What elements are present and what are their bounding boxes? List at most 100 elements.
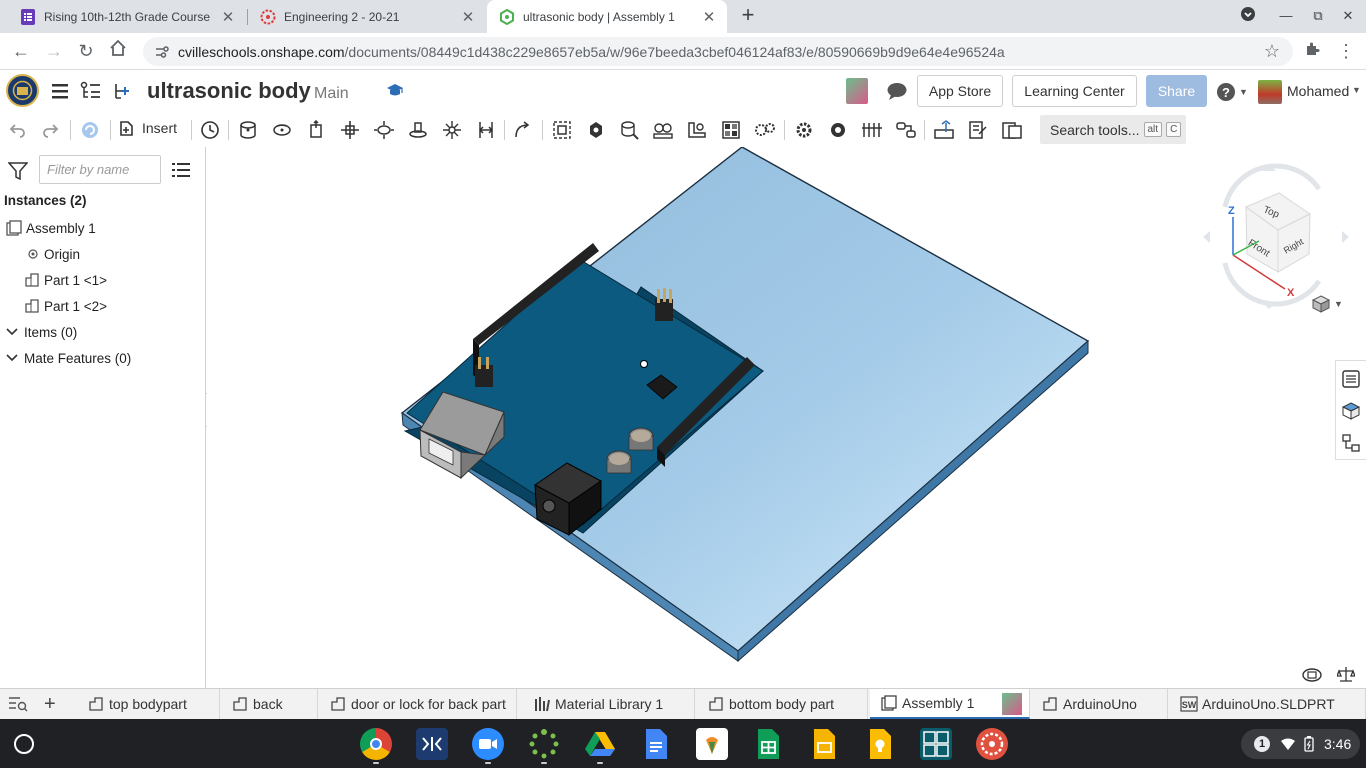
search-tools-input[interactable]: Search tools... alt C bbox=[1040, 115, 1186, 144]
revolute-mate-icon[interactable] bbox=[271, 119, 293, 141]
tab-manager-icon[interactable] bbox=[8, 696, 28, 715]
forward-icon[interactable]: → bbox=[42, 39, 66, 63]
doc-tab-assembly-1[interactable]: Assembly 1 bbox=[870, 689, 1030, 719]
mate-connector-icon[interactable] bbox=[585, 119, 607, 141]
mass-properties-icon[interactable] bbox=[1336, 665, 1356, 686]
close-icon[interactable]: ✕ bbox=[701, 8, 717, 26]
browser-tab-onshape[interactable]: ultrasonic body | Assembly 1 ✕ bbox=[487, 0, 727, 33]
tangent-mate-icon[interactable] bbox=[512, 119, 534, 141]
comments-icon[interactable] bbox=[886, 81, 908, 104]
undo-icon[interactable] bbox=[6, 119, 28, 141]
new-tab-button[interactable]: + bbox=[736, 4, 760, 28]
document-title[interactable]: ultrasonic body bbox=[147, 78, 311, 104]
restore-icon[interactable]: ⧉ bbox=[1308, 6, 1328, 26]
home-icon[interactable] bbox=[106, 39, 130, 63]
slides-app-icon[interactable] bbox=[808, 728, 840, 760]
graphics-viewport[interactable]: Z X Top Front Right ▼ bbox=[207, 147, 1366, 688]
spinner-app-icon[interactable] bbox=[528, 728, 560, 760]
screw-relation-icon[interactable] bbox=[686, 119, 708, 141]
feature-list-icon[interactable] bbox=[80, 81, 102, 104]
school-logo[interactable] bbox=[6, 74, 39, 107]
pin-slot-mate-icon[interactable] bbox=[407, 119, 429, 141]
doc-tab-door-lock[interactable]: door or lock for back part bbox=[319, 689, 517, 719]
minimize-icon[interactable]: — bbox=[1276, 6, 1296, 26]
parallel-mate-icon[interactable] bbox=[475, 119, 497, 141]
slider-mate-icon[interactable] bbox=[305, 119, 327, 141]
app-store-button[interactable]: App Store bbox=[917, 75, 1003, 107]
filter-input[interactable] bbox=[39, 155, 161, 184]
notification-count[interactable]: 1 bbox=[1254, 736, 1270, 752]
redo-icon[interactable] bbox=[40, 119, 62, 141]
drive-app-icon[interactable] bbox=[584, 728, 616, 760]
sheets-app-icon[interactable] bbox=[752, 728, 784, 760]
view-cube[interactable]: Z X Top Front Right bbox=[1201, 159, 1351, 314]
tree-item-part-2[interactable]: Part 1 <2> bbox=[24, 294, 107, 318]
doc-tab-material-library[interactable]: Material Library 1 bbox=[523, 689, 695, 719]
illuminate-app-icon[interactable] bbox=[696, 728, 728, 760]
reload-icon[interactable]: ↻ bbox=[74, 39, 98, 63]
fastened-mate-icon[interactable] bbox=[237, 119, 259, 141]
chrome-app-icon[interactable] bbox=[360, 728, 392, 760]
canvas-app-icon[interactable] bbox=[976, 728, 1008, 760]
gear-relation-icon[interactable] bbox=[618, 119, 640, 141]
bom-icon[interactable] bbox=[1001, 119, 1023, 141]
launcher-icon[interactable] bbox=[14, 734, 34, 754]
tree-section-mate-features[interactable]: Mate Features (0) bbox=[4, 346, 131, 370]
bookmark-star-icon[interactable]: ☆ bbox=[1260, 39, 1284, 63]
system-tray[interactable]: 1 3:46 bbox=[1241, 729, 1360, 759]
user-name[interactable]: Mohamed bbox=[1287, 83, 1349, 99]
browser-menu-icon[interactable]: ⋮ bbox=[1334, 39, 1358, 63]
instance-tree-icon[interactable] bbox=[1341, 433, 1361, 453]
code-org-app-icon[interactable] bbox=[920, 728, 952, 760]
view-options-menu[interactable]: ▼ bbox=[1312, 295, 1343, 313]
browser-tab-forms[interactable]: Rising 10th-12th Grade Course R ✕ bbox=[8, 0, 246, 33]
browser-tab-canvas[interactable]: Engineering 2 - 20-21 ✕ bbox=[248, 0, 486, 33]
replicate-icon[interactable] bbox=[895, 119, 917, 141]
planar-mate-icon[interactable] bbox=[339, 119, 361, 141]
filter-icon[interactable] bbox=[7, 162, 29, 183]
learning-center-button[interactable]: Learning Center bbox=[1012, 75, 1137, 107]
tab-search-icon[interactable] bbox=[1238, 6, 1258, 26]
insert-button[interactable]: Insert bbox=[118, 119, 177, 137]
main-menu-icon[interactable] bbox=[50, 81, 70, 104]
configure-gear-icon[interactable] bbox=[827, 119, 849, 141]
tree-item-origin[interactable]: Origin bbox=[26, 242, 80, 266]
view-mode-icon[interactable] bbox=[1301, 667, 1323, 686]
tree-item-part-1[interactable]: Part 1 <1> bbox=[24, 268, 107, 292]
docs-app-icon[interactable] bbox=[640, 728, 672, 760]
settings-gear-icon[interactable] bbox=[793, 119, 815, 141]
explode-view-icon[interactable] bbox=[861, 119, 883, 141]
measure-icon[interactable] bbox=[933, 119, 955, 141]
help-menu[interactable]: ? ▼ bbox=[1216, 82, 1248, 102]
linear-pattern-icon[interactable] bbox=[720, 119, 742, 141]
site-info-icon[interactable] bbox=[155, 45, 169, 59]
tree-item-assembly[interactable]: Assembly 1 bbox=[6, 216, 96, 240]
section-view-icon[interactable] bbox=[967, 119, 989, 141]
close-icon[interactable]: ✕ bbox=[220, 8, 236, 26]
address-bar[interactable]: cvilleschools.onshape.com/documents/0844… bbox=[143, 37, 1293, 66]
doc-tab-arduinouno-sldprt[interactable]: SW ArduinoUno.SLDPRT bbox=[1170, 689, 1366, 719]
doc-tab-bottom-body-part[interactable]: bottom body part bbox=[697, 689, 868, 719]
model-canvas[interactable] bbox=[207, 147, 1366, 688]
avatar[interactable] bbox=[1258, 80, 1282, 104]
properties-icon[interactable] bbox=[1341, 369, 1361, 389]
meeting-app-icon[interactable] bbox=[416, 728, 448, 760]
regenerate-icon[interactable] bbox=[79, 119, 101, 141]
app-thumbnail-icon[interactable] bbox=[846, 78, 868, 104]
education-cap-icon[interactable] bbox=[386, 83, 404, 102]
add-tab-button[interactable]: + bbox=[44, 693, 56, 715]
doc-tab-arduinouno[interactable]: ArduinoUno bbox=[1031, 689, 1168, 719]
cylindrical-mate-icon[interactable] bbox=[373, 119, 395, 141]
group-icon[interactable] bbox=[551, 119, 573, 141]
back-icon[interactable]: ← bbox=[9, 39, 33, 63]
keep-app-icon[interactable] bbox=[864, 728, 896, 760]
list-view-icon[interactable] bbox=[172, 162, 190, 181]
zoom-app-icon[interactable] bbox=[472, 728, 504, 760]
share-button[interactable]: Share bbox=[1146, 75, 1207, 107]
insert-tree-icon[interactable] bbox=[112, 81, 132, 104]
extensions-icon[interactable] bbox=[1300, 39, 1324, 63]
branch-label[interactable]: Main bbox=[314, 85, 349, 103]
gears-icon[interactable] bbox=[754, 119, 776, 141]
history-icon[interactable] bbox=[199, 119, 221, 141]
close-icon[interactable]: ✕ bbox=[460, 8, 476, 26]
